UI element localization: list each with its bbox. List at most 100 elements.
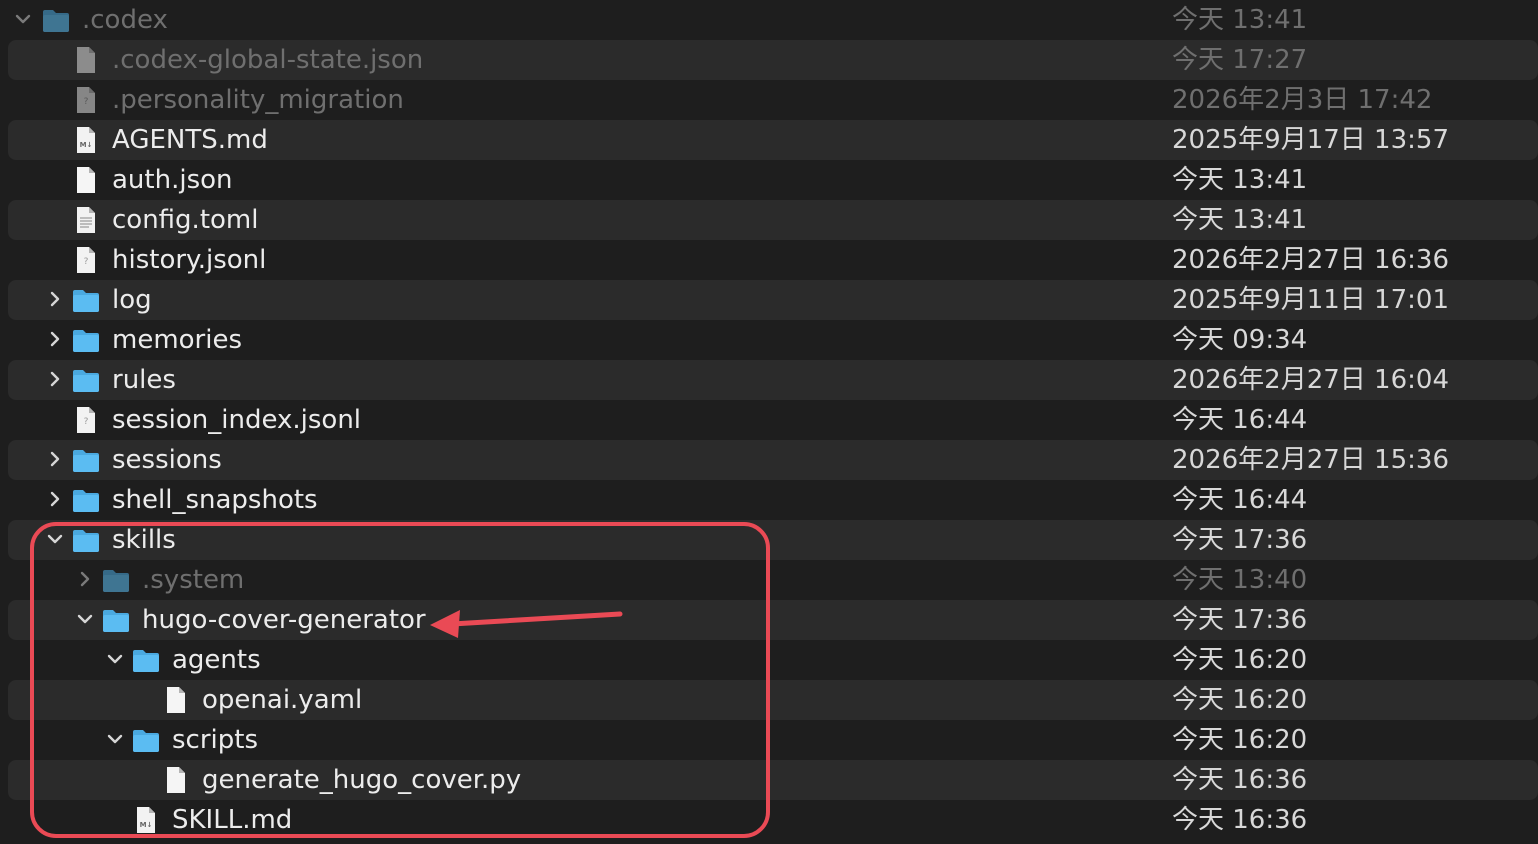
item-date: 今天 17:27 xyxy=(1172,45,1308,75)
document-icon xyxy=(72,167,100,193)
item-date: 今天 16:36 xyxy=(1172,765,1308,795)
item-date: 今天 13:40 xyxy=(1172,565,1308,595)
list-item-openai-yaml[interactable]: openai.yaml 今天 16:20 xyxy=(0,680,1538,720)
text-file-icon xyxy=(72,207,100,233)
list-item-auth-json[interactable]: auth.json 今天 13:41 xyxy=(0,160,1538,200)
markdown-file-icon: M↓ xyxy=(72,127,100,153)
list-item-config-toml[interactable]: config.toml 今天 13:41 xyxy=(0,200,1538,240)
item-name: .personality_migration xyxy=(112,85,404,115)
chevron-down-icon[interactable] xyxy=(104,728,126,750)
list-item-skill-md[interactable]: M↓ SKILL.md 今天 16:36 xyxy=(0,800,1538,840)
item-name: memories xyxy=(112,325,243,355)
folder-icon xyxy=(132,727,160,753)
item-date: 2025年9月11日 17:01 xyxy=(1172,285,1449,315)
item-date: 2026年2月27日 16:04 xyxy=(1172,365,1449,395)
list-item-rules[interactable]: rules 2026年2月27日 16:04 xyxy=(0,360,1538,400)
list-item-memories[interactable]: memories 今天 09:34 xyxy=(0,320,1538,360)
item-date: 今天 16:44 xyxy=(1172,485,1308,515)
document-icon xyxy=(162,687,190,713)
item-name: scripts xyxy=(172,725,258,755)
item-date: 今天 17:36 xyxy=(1172,605,1308,635)
item-date: 2026年2月27日 16:36 xyxy=(1172,245,1449,275)
item-name: .codex-global-state.json xyxy=(112,45,424,75)
list-item-generate-hugo-cover-py[interactable]: generate_hugo_cover.py 今天 16:36 xyxy=(0,760,1538,800)
chevron-right-icon[interactable] xyxy=(44,288,66,310)
row-background xyxy=(8,520,1538,560)
list-item-agents-md[interactable]: M↓ AGENTS.md 2025年9月17日 13:57 xyxy=(0,120,1538,160)
list-item-agents[interactable]: agents 今天 16:20 xyxy=(0,640,1538,680)
folder-icon xyxy=(72,367,100,393)
item-name: generate_hugo_cover.py xyxy=(202,765,522,795)
folder-icon xyxy=(102,607,130,633)
chevron-right-icon[interactable] xyxy=(44,328,66,350)
item-name: hugo-cover-generator xyxy=(142,605,426,635)
file-list: .codex 今天 13:41 .codex-global-state.json… xyxy=(0,0,1538,840)
folder-icon xyxy=(102,567,130,593)
item-date: 2026年2月3日 17:42 xyxy=(1172,85,1433,115)
folder-icon xyxy=(72,327,100,353)
item-name: skills xyxy=(112,525,176,555)
item-name: session_index.jsonl xyxy=(112,405,362,435)
chevron-right-icon[interactable] xyxy=(44,488,66,510)
chevron-down-icon[interactable] xyxy=(104,648,126,670)
svg-text:?: ? xyxy=(84,97,89,107)
item-name: shell_snapshots xyxy=(112,485,318,515)
item-name: rules xyxy=(112,365,176,395)
list-item-scripts[interactable]: scripts 今天 16:20 xyxy=(0,720,1538,760)
svg-text:?: ? xyxy=(84,257,89,267)
list-item-sessions[interactable]: sessions 2026年2月27日 15:36 xyxy=(0,440,1538,480)
item-date: 2025年9月17日 13:57 xyxy=(1172,125,1449,155)
folder-icon xyxy=(42,7,70,33)
row-background xyxy=(8,0,1538,40)
folder-icon xyxy=(72,487,100,513)
item-date: 今天 16:44 xyxy=(1172,405,1308,435)
markdown-file-icon: M↓ xyxy=(132,807,160,833)
chevron-down-icon[interactable] xyxy=(12,8,34,30)
list-item-hugo-cover-generator[interactable]: hugo-cover-generator 今天 17:36 xyxy=(0,600,1538,640)
unknown-file-icon: ? xyxy=(72,247,100,273)
item-name: SKILL.md xyxy=(172,805,293,835)
chevron-right-icon[interactable] xyxy=(74,568,96,590)
item-date: 今天 13:41 xyxy=(1172,5,1308,35)
unknown-file-icon: ? xyxy=(72,407,100,433)
list-item-codex[interactable]: .codex 今天 13:41 xyxy=(0,0,1538,40)
chevron-right-icon[interactable] xyxy=(44,448,66,470)
item-name: AGENTS.md xyxy=(112,125,268,155)
item-date: 今天 16:20 xyxy=(1172,685,1308,715)
item-name: history.jsonl xyxy=(112,245,267,275)
item-name: sessions xyxy=(112,445,222,475)
item-name: auth.json xyxy=(112,165,233,195)
item-date: 今天 16:20 xyxy=(1172,725,1308,755)
svg-text:M↓: M↓ xyxy=(140,821,153,829)
svg-text:?: ? xyxy=(84,417,89,427)
item-name: config.toml xyxy=(112,205,259,235)
list-item-codex-global-state[interactable]: .codex-global-state.json 今天 17:27 xyxy=(0,40,1538,80)
item-name: openai.yaml xyxy=(202,685,363,715)
folder-icon xyxy=(72,287,100,313)
item-date: 今天 16:20 xyxy=(1172,645,1308,675)
list-item-system[interactable]: .system 今天 13:40 xyxy=(0,560,1538,600)
document-icon xyxy=(162,767,190,793)
item-name: .codex xyxy=(82,5,168,35)
unknown-file-icon: ? xyxy=(72,87,100,113)
list-item-shell-snapshots[interactable]: shell_snapshots 今天 16:44 xyxy=(0,480,1538,520)
list-item-skills[interactable]: skills 今天 17:36 xyxy=(0,520,1538,560)
document-icon xyxy=(72,47,100,73)
list-item-session-index-jsonl[interactable]: ? session_index.jsonl 今天 16:44 xyxy=(0,400,1538,440)
item-name: .system xyxy=(142,565,245,595)
list-item-personality-migration[interactable]: ? .personality_migration 2026年2月3日 17:42 xyxy=(0,80,1538,120)
list-item-log[interactable]: log 2025年9月11日 17:01 xyxy=(0,280,1538,320)
item-name: log xyxy=(112,285,152,315)
folder-icon xyxy=(132,647,160,673)
item-date: 今天 13:41 xyxy=(1172,165,1308,195)
svg-text:M↓: M↓ xyxy=(80,141,93,149)
chevron-down-icon[interactable] xyxy=(74,608,96,630)
item-date: 2026年2月27日 15:36 xyxy=(1172,445,1449,475)
chevron-right-icon[interactable] xyxy=(44,368,66,390)
chevron-down-icon[interactable] xyxy=(44,528,66,550)
folder-icon xyxy=(72,527,100,553)
row-background xyxy=(8,160,1538,200)
item-name: agents xyxy=(172,645,261,675)
list-item-history-jsonl[interactable]: ? history.jsonl 2026年2月27日 16:36 xyxy=(0,240,1538,280)
folder-icon xyxy=(72,447,100,473)
